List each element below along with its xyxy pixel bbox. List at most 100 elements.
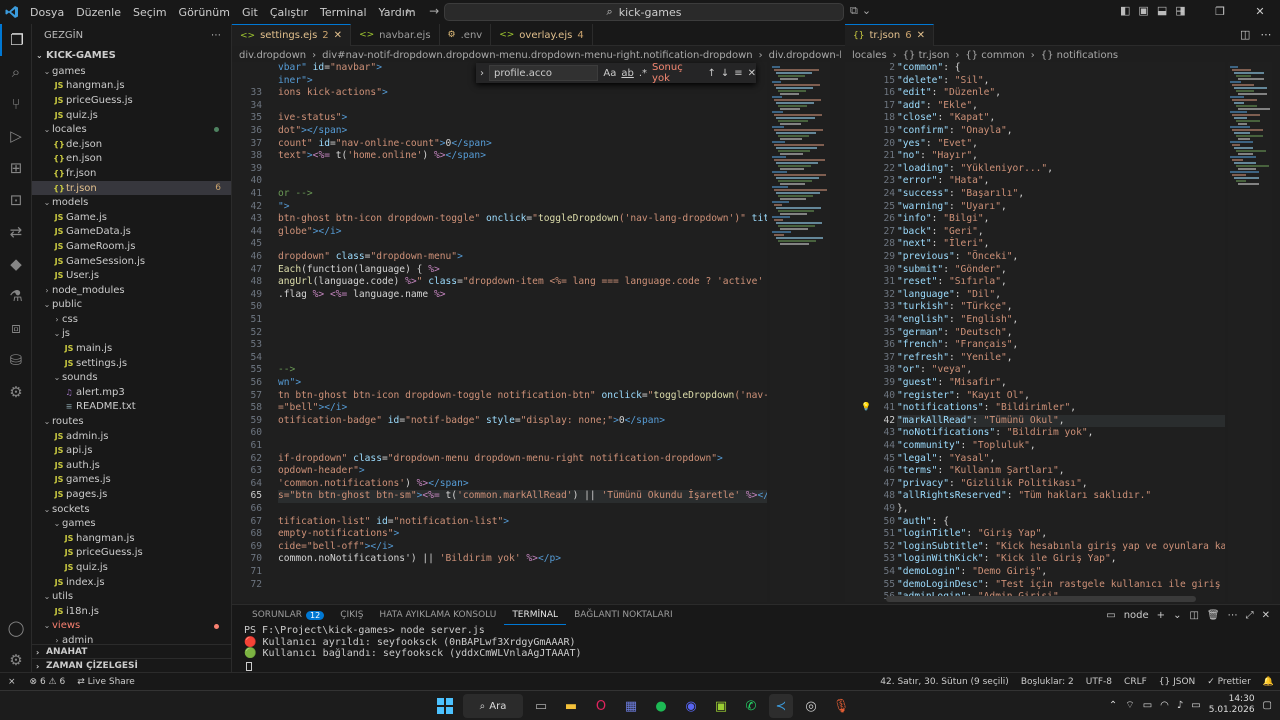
battery-icon[interactable]: ▭ xyxy=(1191,700,1200,711)
chevron-right-icon[interactable]: › xyxy=(480,68,484,79)
indentation[interactable]: Boşluklar: 2 xyxy=(1021,677,1074,687)
folder-item[interactable]: ⌄ views xyxy=(32,619,231,634)
left-minimap[interactable] xyxy=(770,62,830,602)
menu-item[interactable]: Dosya xyxy=(24,6,70,19)
file-item[interactable]: JS hangman.js xyxy=(32,531,231,546)
file-item[interactable]: JS settings.js xyxy=(32,356,231,371)
store-icon[interactable]: ▦ xyxy=(619,694,643,718)
file-item[interactable]: {} tr.json 6 xyxy=(32,180,231,196)
close-icon[interactable]: ✕ xyxy=(1240,0,1280,24)
file-item[interactable]: JS games.js xyxy=(32,473,231,488)
prettier-status[interactable]: ✓ Prettier xyxy=(1207,677,1251,687)
file-item[interactable]: JS quiz.js xyxy=(32,108,231,123)
terminal-shell-name[interactable]: node xyxy=(1124,610,1149,621)
toggle-editor-icon[interactable]: ▣ xyxy=(1138,4,1148,17)
docker-icon[interactable]: ⚙ xyxy=(0,376,32,408)
file-item[interactable]: JS GameData.js xyxy=(32,225,231,240)
maximize-panel-icon[interactable]: ⤢ xyxy=(1246,610,1254,621)
live-share-button[interactable]: ⇄ Live Share xyxy=(71,677,141,687)
file-item[interactable]: ♫ alert.mp3 xyxy=(32,385,231,400)
folder-item[interactable]: ⌄ models xyxy=(32,195,231,210)
folder-item[interactable]: ⌄ sockets xyxy=(32,502,231,517)
minimize-icon[interactable]: ─ xyxy=(1160,0,1200,24)
close-icon[interactable]: ✕ xyxy=(748,68,756,79)
folder-item[interactable]: ⌄ sounds xyxy=(32,370,231,385)
outline-section[interactable]: › ANAHAT xyxy=(32,644,231,659)
more-actions-icon[interactable]: ⋯ xyxy=(1260,28,1271,41)
language-mode[interactable]: {} JSON xyxy=(1159,677,1196,687)
cursor-position[interactable]: 42. Satır, 30. Sütun (9 seçili) xyxy=(880,677,1009,687)
file-item[interactable]: JS admin.js xyxy=(32,429,231,444)
menu-item[interactable]: Çalıştır xyxy=(264,6,314,19)
menu-item[interactable]: Git xyxy=(236,6,264,19)
file-item[interactable]: {} en.json xyxy=(32,152,231,167)
folder-item[interactable]: ⌄ utils xyxy=(32,589,231,604)
menu-item[interactable]: Düzenle xyxy=(70,6,127,19)
display-icon[interactable]: ▭ xyxy=(1143,700,1152,711)
vscode-taskbar-icon[interactable]: ≺ xyxy=(769,694,793,718)
folder-item[interactable]: ⌄ public xyxy=(32,298,231,313)
breadcrumb-item[interactable]: div.dropdown xyxy=(236,50,309,61)
folder-item[interactable]: ⌄ routes xyxy=(32,414,231,429)
end-of-line[interactable]: CRLF xyxy=(1124,677,1147,687)
next-match-icon[interactable]: ↓ xyxy=(721,68,729,79)
restore-icon[interactable]: ❐ xyxy=(1200,0,1240,24)
file-item[interactable]: ≡ README.txt xyxy=(32,400,231,415)
breadcrumb-item[interactable]: {} tr.json xyxy=(900,50,953,61)
right-code-editor[interactable]: 2 "common": {15 "delete": "Sil", 16 "edit": … xyxy=(845,62,1225,602)
file-item[interactable]: JS quiz.js xyxy=(32,560,231,575)
timeline-section[interactable]: › ZAMAN ÇİZELGESİ xyxy=(32,658,231,672)
file-item[interactable]: JS GameRoom.js xyxy=(32,239,231,254)
spotify-icon[interactable]: ● xyxy=(649,694,673,718)
menu-item[interactable]: Terminal xyxy=(314,6,373,19)
account-icon[interactable]: ◯ xyxy=(0,612,32,644)
network-icon[interactable]: ⌔ xyxy=(1125,699,1134,712)
file-item[interactable]: JS priceGuess.js xyxy=(32,546,231,561)
whole-word-icon[interactable]: ab xyxy=(621,68,633,79)
menu-item[interactable]: Görünüm xyxy=(173,6,236,19)
forward-arrow-icon[interactable]: → xyxy=(429,4,439,18)
source-control-icon[interactable]: ⑂ xyxy=(0,88,32,120)
notifications-icon[interactable]: ▢ xyxy=(1263,700,1272,711)
editor-tab[interactable]: <> overlay.ejs 4 xyxy=(491,24,593,46)
regex-icon[interactable]: .* xyxy=(639,68,647,79)
chevron-down-icon[interactable]: ⌄ xyxy=(1173,610,1181,621)
editor-tab[interactable]: {} tr.json 6 ✕ xyxy=(845,24,934,46)
app-icon[interactable]: ▣ xyxy=(709,694,733,718)
folder-item[interactable]: › css xyxy=(32,312,231,327)
file-item[interactable]: JS User.js xyxy=(32,268,231,283)
folder-item[interactable]: ⌄ js xyxy=(32,327,231,342)
right-minimap[interactable] xyxy=(1228,62,1272,602)
file-item[interactable]: {} de.json xyxy=(32,137,231,152)
file-item[interactable]: JS priceGuess.js xyxy=(32,93,231,108)
back-arrow-icon[interactable]: ← xyxy=(405,4,415,18)
panel-tab[interactable]: HATA AYIKLAMA KONSOLU xyxy=(371,605,504,625)
encoding[interactable]: UTF-8 xyxy=(1086,677,1112,687)
opera-browser-icon[interactable]: O xyxy=(589,694,613,718)
split-editor-icon[interactable]: ◫ xyxy=(1240,28,1250,41)
new-terminal-icon[interactable]: + xyxy=(1157,610,1165,621)
search-icon[interactable]: ⌕ xyxy=(0,56,32,88)
copilot-button[interactable]: ⧉ ⌄ xyxy=(850,4,871,18)
chevron-up-icon[interactable]: ⌃ xyxy=(1109,700,1117,711)
problems-indicator[interactable]: ⊗ 6 ⚠ 6 xyxy=(24,677,72,687)
whatsapp-icon[interactable]: ✆ xyxy=(739,694,763,718)
folder-item[interactable]: ⌄ games xyxy=(32,516,231,531)
file-item[interactable]: JS pages.js xyxy=(32,487,231,502)
file-item[interactable]: JS auth.js xyxy=(32,458,231,473)
close-icon[interactable]: ✕ xyxy=(334,30,342,41)
terminal-output[interactable]: PS F:\Project\kick-games> node server.js… xyxy=(232,625,1280,660)
project-root[interactable]: ⌄ KICK-GAMES xyxy=(32,46,231,64)
menu-item[interactable]: Seçim xyxy=(127,6,173,19)
more-actions-icon[interactable]: ⋯ xyxy=(1228,610,1238,621)
file-item[interactable]: JS api.js xyxy=(32,443,231,458)
wifi-icon[interactable]: ◠ xyxy=(1160,700,1169,711)
remote-indicator-icon[interactable]: ⨯ xyxy=(0,677,24,687)
containers-icon[interactable]: ⧈ xyxy=(0,312,32,344)
breadcrumb-item[interactable]: div.dropdown-header xyxy=(766,50,841,61)
panel-tab[interactable]: TERMİNAL xyxy=(504,605,567,625)
file-item[interactable]: JS GameSession.js xyxy=(32,254,231,269)
remote-explorer-icon[interactable]: ⊡ xyxy=(0,184,32,216)
file-item[interactable]: JS index.js xyxy=(32,575,231,590)
volume-icon[interactable]: ♪ xyxy=(1177,700,1183,711)
